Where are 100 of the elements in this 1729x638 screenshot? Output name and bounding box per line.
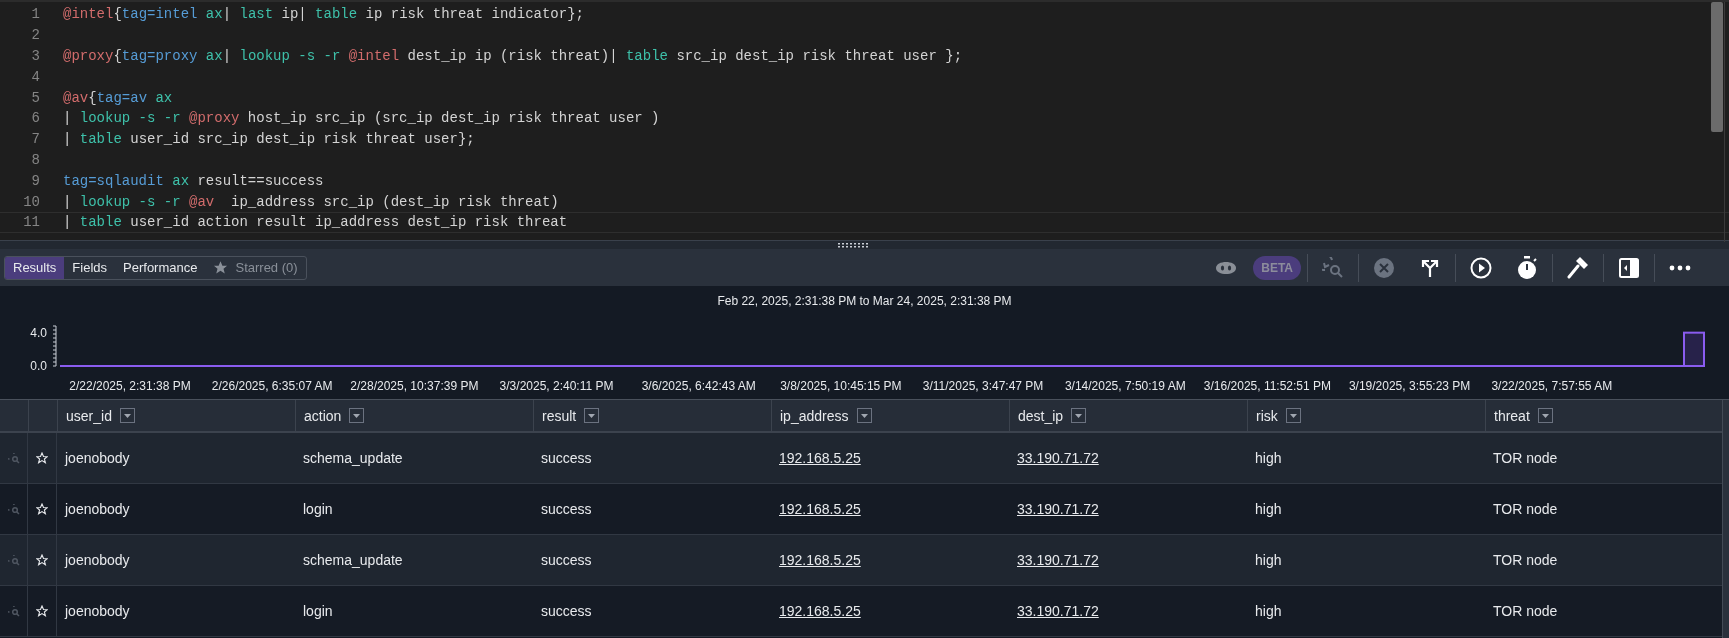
column-menu-button[interactable] [584,408,600,423]
table-cell: high [1255,450,1282,466]
column-menu-button[interactable] [1071,408,1087,423]
code-line: | table user_id action result ip_address dest_ip risk threat [63,214,568,231]
table-cell: high [1255,552,1282,568]
y-axis [52,325,57,367]
star-icon [213,260,229,275]
table-cell: joenobody [65,501,130,517]
ip-link[interactable]: 192.168.5.25 [779,501,861,517]
table-cell: success [541,552,592,568]
table-cell: high [1255,501,1282,517]
caret-icon [588,413,596,418]
code-line: | lookup -s -r @proxy host_ip src_ip (src_ip dest_ip risk threat user ) [63,110,660,127]
table-cell: joenobody [65,552,130,568]
tab[interactable]: Performance [115,256,206,279]
ip-link[interactable]: 192.168.5.25 [779,603,861,619]
column-header: dest_ip [1018,407,1064,424]
table-cell: success [541,450,592,466]
star-icon[interactable] [36,554,48,566]
ip-link[interactable]: 192.168.5.25 [779,450,861,466]
y-tick-label: 0.0 [30,359,47,373]
ip-link[interactable]: 33.190.71.72 [1017,552,1099,568]
x-tick-label: 2/28/2025, 10:37:39 PM [350,379,479,393]
table-cell: login [303,501,333,517]
line-number: 6 [30,110,40,127]
table-row[interactable]: joenobody login success 192.168.5.25 33.190.71.72 high TOR node [0,484,1723,535]
column-header: threat [1494,407,1530,424]
line-number: 9 [30,172,40,189]
code-line: @av{tag=av ax [63,89,173,106]
beta-badge: BETA [1253,255,1301,280]
table-cell: schema_update [303,552,403,568]
star-icon[interactable] [36,503,48,515]
line-number: 4 [30,68,40,85]
histogram-bar[interactable] [1683,331,1705,367]
table-cell: TOR node [1493,450,1558,466]
y-tick-label: 4.0 [30,325,47,340]
column-header: action [304,407,342,424]
table-row[interactable]: joenobody login success 192.168.5.25 33.190.71.72 high TOR node [0,586,1723,637]
line-number: 11 [22,214,40,231]
table-row[interactable]: joenobody schema_update success 192.168.5.25 33.190.71.72 high TOR node [0,433,1723,484]
table-cell: joenobody [65,603,130,619]
star-icon[interactable] [36,605,48,617]
x-tick-label: 3/8/2025, 10:45:15 PM [780,379,902,393]
sidebar-toggle-icon [1619,257,1639,278]
code-line: | table user_id src_ip dest_ip risk threat user}; [63,131,475,148]
line-number: 2 [30,27,40,44]
caret-icon [860,413,868,418]
stopwatch-icon [1516,255,1538,280]
scrollbar-thumb[interactable] [1711,2,1723,132]
line-number: 1 [30,6,40,23]
table-cell: TOR node [1493,501,1558,517]
column-menu-button[interactable] [1285,408,1301,423]
caret-icon [1075,413,1083,418]
resize-handle-icon[interactable] [838,242,868,248]
close-circle-icon [1373,256,1395,279]
x-tick-label: 2/26/2025, 6:35:07 AM [211,379,333,393]
x-tick-label: 3/6/2025, 6:42:43 AM [641,379,756,393]
table-row[interactable]: joenobody schema_update success 192.168.5.25 33.190.71.72 high TOR node [0,535,1723,586]
table-cell: TOR node [1493,552,1558,568]
column-header: ip_address [780,407,849,424]
x-tick-label: 3/11/2025, 3:47:47 PM [922,379,1044,393]
column-header: risk [1256,407,1278,424]
table-cell: TOR node [1493,603,1558,619]
code-line: @intel{tag=intel ax| last ip| table ip risk threat indicator}; [63,6,584,23]
code-line: tag=sqlaudit ax result==success [63,172,324,189]
line-number: 10 [22,193,40,210]
table-cell: schema_update [303,450,403,466]
x-tick-label: 3/19/2025, 3:55:23 PM [1348,379,1471,393]
column-menu-button[interactable] [856,408,872,423]
x-tick-label: 3/14/2025, 7:50:19 AM [1064,379,1186,393]
x-tick-label: 2/22/2025, 2:31:38 PM [69,379,191,393]
table-cell: login [303,603,333,619]
caret-icon [123,413,131,418]
column-header: user_id [66,407,112,424]
line-number: 3 [30,48,40,64]
code-line: @proxy{tag=proxy ax| lookup -s -r @intel dest_ip ip (risk threat)| table src_ip dest_ip risk threat user }; [63,48,963,64]
more-icon [1669,264,1691,271]
caret-icon [1289,413,1297,418]
ip-link[interactable]: 192.168.5.25 [779,552,861,568]
ip-link[interactable]: 33.190.71.72 [1017,450,1099,466]
star-icon[interactable] [36,452,48,464]
scrollbar-track[interactable] [1722,400,1729,638]
play-circle-icon [1470,256,1492,279]
column-menu-button[interactable] [349,408,365,423]
code-line: | lookup -s -r @av ip_address src_ip (dest_ip risk threat) [63,193,559,210]
caret-icon [353,413,361,418]
hammer-icon [1567,256,1589,279]
column-header: result [542,407,577,424]
column-menu-button[interactable] [119,408,135,423]
tab[interactable]: Fields [64,256,116,279]
ip-link[interactable]: 33.190.71.72 [1017,603,1099,619]
x-tick-label: 3/3/2025, 2:40:11 PM [499,379,614,393]
caret-icon [1541,413,1549,418]
chart-title: Feb 22, 2025, 2:31:38 PM to Mar 24, 2025, 2:31:38 PM [717,294,1012,308]
tab[interactable]: Results [5,256,65,279]
x-tick-label: 3/16/2025, 11:52:51 PM [1203,379,1332,393]
table-cell: joenobody [65,450,130,466]
column-menu-button[interactable] [1537,408,1553,423]
table-cell: success [541,603,592,619]
ip-link[interactable]: 33.190.71.72 [1017,501,1099,517]
